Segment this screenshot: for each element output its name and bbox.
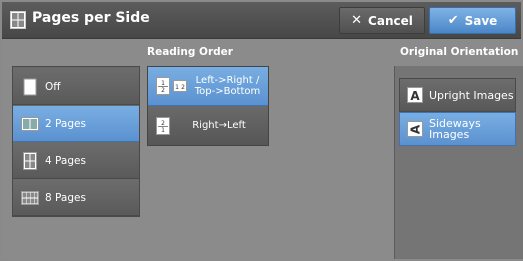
svg-text:A: A bbox=[410, 89, 420, 103]
svg-text:2: 2 bbox=[161, 87, 165, 94]
sideways-A-icon: A bbox=[407, 121, 423, 137]
single-page-icon bbox=[23, 78, 37, 95]
page-order-vertical-icon: 1 2 bbox=[156, 77, 170, 95]
save-button[interactable]: ✔ Save bbox=[429, 7, 516, 34]
eight-pages-icon bbox=[21, 190, 39, 205]
reading-order-label: Reading Order bbox=[147, 46, 233, 58]
option-8-pages-label: 8 Pages bbox=[45, 191, 86, 204]
option-4-pages[interactable]: 4 Pages bbox=[13, 143, 139, 179]
pages-per-side-dialog: Pages per Side ✕ Cancel ✔ Save Off 2 Pag… bbox=[2, 2, 523, 259]
cancel-button[interactable]: ✕ Cancel bbox=[339, 7, 425, 34]
reading-order-list: 1 2 1 2 Left->Right / Top->Bottom 2 1 Ri… bbox=[147, 66, 269, 146]
option-2-pages-label: 2 Pages bbox=[45, 117, 86, 130]
option-4-pages-label: 4 Pages bbox=[45, 154, 86, 167]
cancel-button-label: Cancel bbox=[368, 13, 413, 28]
two-pages-icon bbox=[21, 116, 39, 131]
pages-per-side-icon bbox=[10, 11, 26, 29]
orientation-upright-label: Upright Images bbox=[429, 88, 514, 102]
upright-A-icon: A bbox=[407, 87, 423, 103]
original-orientation-label: Original Orientation bbox=[400, 46, 519, 58]
option-off[interactable]: Off bbox=[13, 69, 139, 105]
orientation-upright[interactable]: A Upright Images bbox=[399, 78, 516, 112]
svg-text:2: 2 bbox=[161, 120, 165, 127]
pages-per-side-list: Off 2 Pages 4 Pages 8 Pages bbox=[12, 66, 140, 217]
page-order-horizontal-icon: 1 2 bbox=[173, 80, 187, 92]
page-order-reversed-icon: 2 1 bbox=[156, 116, 170, 135]
svg-text:1: 1 bbox=[161, 80, 165, 87]
reading-order-right-left[interactable]: 2 1 Right→Left bbox=[148, 106, 268, 145]
four-pages-icon bbox=[23, 151, 37, 170]
orientation-sideways[interactable]: A Sideways Images bbox=[399, 112, 516, 146]
title-bar: Pages per Side ✕ Cancel ✔ Save bbox=[2, 2, 521, 39]
save-button-label: Save bbox=[464, 13, 498, 28]
orientation-sideways-label: Sideways Images bbox=[429, 117, 481, 141]
close-icon: ✕ bbox=[351, 13, 363, 28]
svg-text:A: A bbox=[409, 124, 423, 134]
reading-order-right-left-label: Right→Left bbox=[192, 120, 246, 131]
option-8-pages[interactable]: 8 Pages bbox=[13, 180, 139, 216]
reading-order-left-right[interactable]: 1 2 1 2 Left->Right / Top->Bottom bbox=[148, 67, 268, 106]
reading-order-left-right-label: Left->Right / Top->Bottom bbox=[194, 75, 261, 97]
option-2-pages[interactable]: 2 Pages bbox=[13, 106, 139, 142]
checkmark-icon: ✔ bbox=[447, 13, 459, 28]
svg-text:2: 2 bbox=[181, 84, 185, 91]
svg-text:1: 1 bbox=[175, 84, 179, 91]
svg-text:1: 1 bbox=[161, 127, 165, 134]
option-off-label: Off bbox=[45, 80, 61, 93]
page-title: Pages per Side bbox=[32, 10, 150, 26]
original-orientation-panel: Original Orientation A Upright Images A … bbox=[394, 46, 523, 259]
